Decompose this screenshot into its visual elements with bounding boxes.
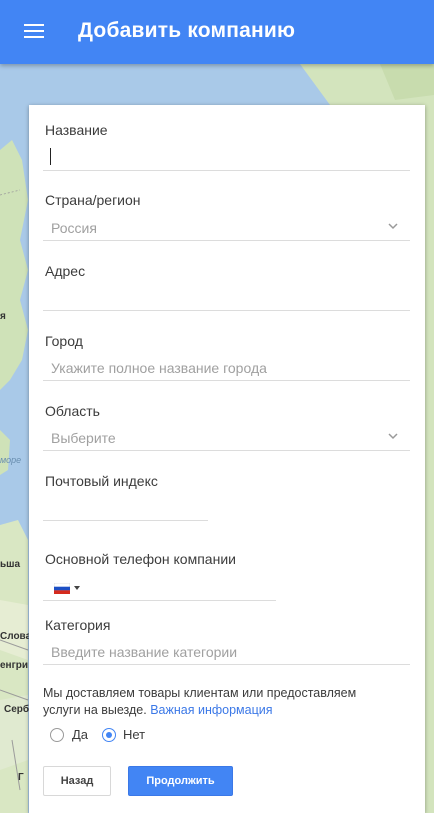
address-input[interactable] bbox=[43, 285, 410, 311]
add-business-form: Название Страна/регион Россия Адрес Горо… bbox=[29, 105, 425, 813]
russia-flag-icon[interactable] bbox=[54, 583, 70, 594]
country-label: Страна/регион bbox=[45, 192, 141, 208]
region-value: Выберите bbox=[51, 430, 116, 446]
name-input[interactable] bbox=[43, 145, 410, 171]
map-label-sea: море bbox=[0, 455, 22, 465]
category-label: Категория bbox=[45, 617, 111, 633]
delivery-no-radio[interactable] bbox=[102, 728, 116, 742]
postal-label: Почтовый индекс bbox=[45, 473, 158, 489]
city-label: Город bbox=[45, 333, 83, 349]
chevron-down-icon bbox=[388, 223, 398, 230]
phone-label: Основной телефон компании bbox=[45, 551, 236, 567]
menu-button[interactable] bbox=[16, 20, 54, 46]
region-select[interactable]: Выберите bbox=[43, 425, 410, 451]
category-input[interactable] bbox=[43, 639, 410, 665]
map-label-f: Серб bbox=[4, 704, 30, 715]
name-label: Название bbox=[45, 122, 108, 138]
important-info-link[interactable]: Важная информация bbox=[150, 703, 272, 717]
address-label: Адрес bbox=[45, 263, 86, 279]
delivery-yes-radio[interactable] bbox=[50, 728, 64, 742]
text-cursor bbox=[50, 148, 51, 165]
country-select[interactable]: Россия bbox=[43, 215, 410, 241]
city-input[interactable] bbox=[43, 355, 410, 381]
country-value: Россия bbox=[51, 220, 97, 236]
page-title: Добавить компанию bbox=[78, 19, 296, 42]
map-label-e: енгри bbox=[0, 660, 29, 671]
region-label: Область bbox=[45, 403, 100, 419]
delivery-no-label[interactable]: Нет bbox=[123, 727, 145, 742]
map-label-g: Г bbox=[18, 772, 24, 783]
delivery-yes-label[interactable]: Да bbox=[72, 727, 88, 742]
map-label-c: ьша bbox=[0, 559, 21, 570]
delivery-notice: Мы доставляем товары клиентам или предос… bbox=[43, 685, 393, 719]
back-button[interactable]: Назад bbox=[43, 766, 111, 796]
app-bar: Добавить компанию bbox=[0, 0, 434, 64]
continue-button[interactable]: Продолжить bbox=[128, 766, 233, 796]
country-code-caret-icon[interactable] bbox=[74, 586, 80, 590]
postal-input[interactable] bbox=[43, 495, 208, 521]
chevron-down-icon bbox=[388, 433, 398, 440]
map-label-a: я bbox=[0, 311, 6, 322]
map-label-d: Слова bbox=[0, 631, 32, 642]
